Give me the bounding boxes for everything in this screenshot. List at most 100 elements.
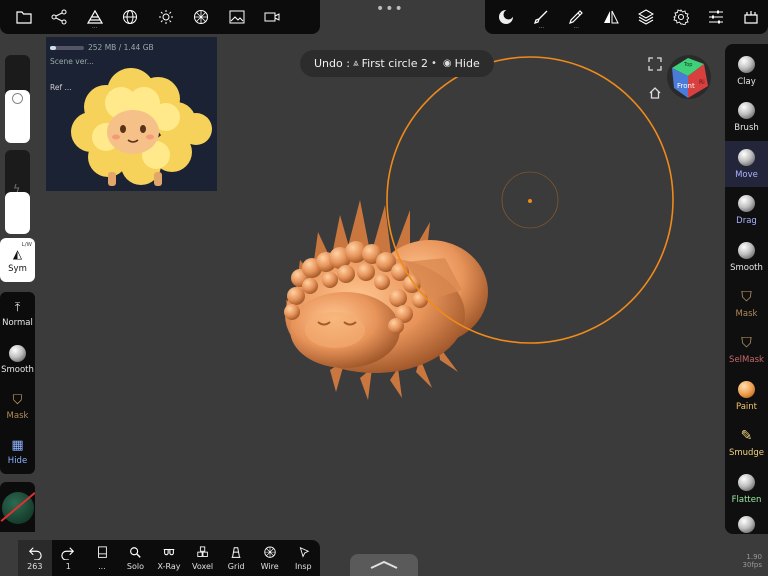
share-icon: [51, 9, 67, 25]
reference-image-panel[interactable]: 252 MB / 1.44 GB Scene ver... Ref ...: [46, 37, 217, 191]
hide-tool[interactable]: ▦ Hide: [0, 430, 35, 474]
wire-button[interactable]: Wire: [253, 540, 287, 576]
radius-slider[interactable]: [5, 55, 30, 143]
layers-button[interactable]: [629, 0, 664, 34]
tool-flatten[interactable]: Flatten: [725, 467, 768, 513]
solo-button[interactable]: Solo: [119, 540, 153, 576]
redo-icon: [61, 546, 75, 560]
smooth-sphere-icon: [9, 345, 26, 362]
sculpt-model[interactable]: [284, 200, 488, 400]
stroke-button[interactable]: [489, 0, 524, 34]
intensity-slider[interactable]: ϟ: [5, 150, 30, 234]
inspect-button[interactable]: Insp: [287, 540, 321, 576]
view-cube-gizmo[interactable]: Front Top Ri: [666, 54, 712, 100]
smooth-tool[interactable]: Smooth: [0, 336, 35, 384]
gallery-button[interactable]: [733, 0, 768, 34]
gallery-icon: [743, 11, 758, 24]
symmetry-icon: [604, 10, 619, 24]
share-button[interactable]: [42, 0, 78, 34]
bottom-tool-label: X-Ray: [157, 561, 181, 571]
drag-sphere-icon: [738, 195, 755, 212]
tool-partial[interactable]: [725, 513, 768, 533]
radius-icon: [12, 93, 23, 104]
redo-button[interactable]: 1: [52, 540, 86, 576]
next-tool-sphere-icon: [738, 516, 755, 533]
bottom-toolbar: 263 1... Solo X-Ray Voxel Grid Wire Insp: [18, 540, 320, 576]
material-icon: [194, 10, 209, 24]
tool-brush[interactable]: Brush: [725, 95, 768, 141]
top-right-toolbar: ......: [485, 0, 768, 34]
tool-clay[interactable]: Clay: [725, 48, 768, 94]
home-icon[interactable]: [648, 86, 662, 100]
bottom-tool-label: Insp: [294, 561, 312, 571]
undo-button[interactable]: 263: [18, 540, 52, 576]
move-sphere-icon: [738, 148, 755, 166]
light-button[interactable]: [148, 0, 184, 34]
bottom-drawer-handle[interactable]: [350, 554, 418, 576]
tool-label: Paint: [735, 402, 758, 412]
upload-icon: ⤒: [14, 300, 21, 314]
undo-action: First circle 2: [361, 57, 428, 70]
solo-icon: [130, 546, 142, 558]
tool-label: Move: [735, 169, 758, 180]
normal-tool[interactable]: ⤒ Normal: [0, 292, 35, 336]
image-button[interactable]: [219, 0, 255, 34]
fullscreen-icon[interactable]: [648, 57, 662, 71]
smudge-icon: ✎: [740, 428, 753, 444]
tool-paint[interactable]: Paint: [725, 374, 768, 420]
tool-selmask[interactable]: ⛉ SelMask: [725, 327, 768, 373]
tool-label: Brush: [734, 123, 759, 133]
color-swatch[interactable]: [0, 482, 35, 532]
brush-button[interactable]: ...: [524, 0, 559, 34]
more-options-dots: ...: [538, 23, 545, 30]
pen-button[interactable]: ...: [559, 0, 594, 34]
undo-hide-label[interactable]: Hide: [455, 57, 480, 70]
sliders-button[interactable]: [698, 0, 733, 34]
gizmo-top-label: Top: [683, 62, 692, 68]
settings-icon: [672, 9, 689, 25]
mesh-icon: ⩓: [352, 58, 359, 69]
undo-notification[interactable]: Undo : ⩓ First circle 2 • ◉ Hide: [300, 50, 494, 77]
grid-button[interactable]: Grid: [219, 540, 253, 576]
mask-tool[interactable]: ⛉ Mask: [0, 384, 35, 430]
wire-icon: [264, 545, 276, 558]
tool-drag[interactable]: Drag: [725, 188, 768, 234]
grid-icon: [231, 546, 241, 558]
folder-button[interactable]: [6, 0, 42, 34]
hide-grid-icon: ▦: [11, 438, 24, 453]
voxel-icon: [196, 545, 208, 557]
mesh-button[interactable]: [113, 0, 149, 34]
bottom-tool-label: 263: [27, 561, 43, 571]
xray-icon: [163, 548, 175, 555]
sym-toggle[interactable]: L/W ◭ Sym: [0, 238, 35, 282]
tool-smooth[interactable]: Smooth: [725, 234, 768, 280]
doc-icon: [97, 545, 107, 558]
tool-label: SelMask: [729, 355, 764, 365]
separator-dot: •: [431, 58, 437, 69]
top-left-toolbar: ...: [0, 0, 320, 34]
bottom-tool-label: ...: [98, 561, 106, 571]
tool-mask[interactable]: ⛉ Mask: [725, 281, 768, 327]
more-menu-icon[interactable]: •••: [376, 1, 404, 17]
tool-label: Flatten: [731, 495, 762, 505]
memory-bar: [50, 46, 84, 50]
paint-sphere-icon: [738, 381, 755, 398]
doc-button[interactable]: ...: [85, 540, 119, 576]
voxel-button[interactable]: Voxel: [186, 540, 220, 576]
scene-button[interactable]: ...: [77, 0, 113, 34]
bottom-tool-label: Grid: [227, 561, 245, 571]
fps-counter: 1.90 30fps: [736, 553, 762, 569]
light-icon: [158, 10, 173, 24]
settings-button[interactable]: [663, 0, 698, 34]
bottom-tool-label: 1: [65, 561, 71, 571]
undo-icon: [28, 546, 42, 560]
tool-smudge[interactable]: ✎ Smudge: [725, 420, 768, 466]
symmetry-button[interactable]: [594, 0, 629, 34]
xray-button[interactable]: X-Ray: [152, 540, 186, 576]
eye-icon: ◉: [442, 58, 452, 69]
camera-button[interactable]: [255, 0, 291, 34]
tool-move[interactable]: Move: [725, 141, 768, 187]
shield-icon: ⛉: [741, 288, 752, 305]
material-button[interactable]: [184, 0, 220, 34]
viewport-3d[interactable]: ... ••• ...... Undo : ⩓ First circle 2 •…: [0, 0, 768, 576]
